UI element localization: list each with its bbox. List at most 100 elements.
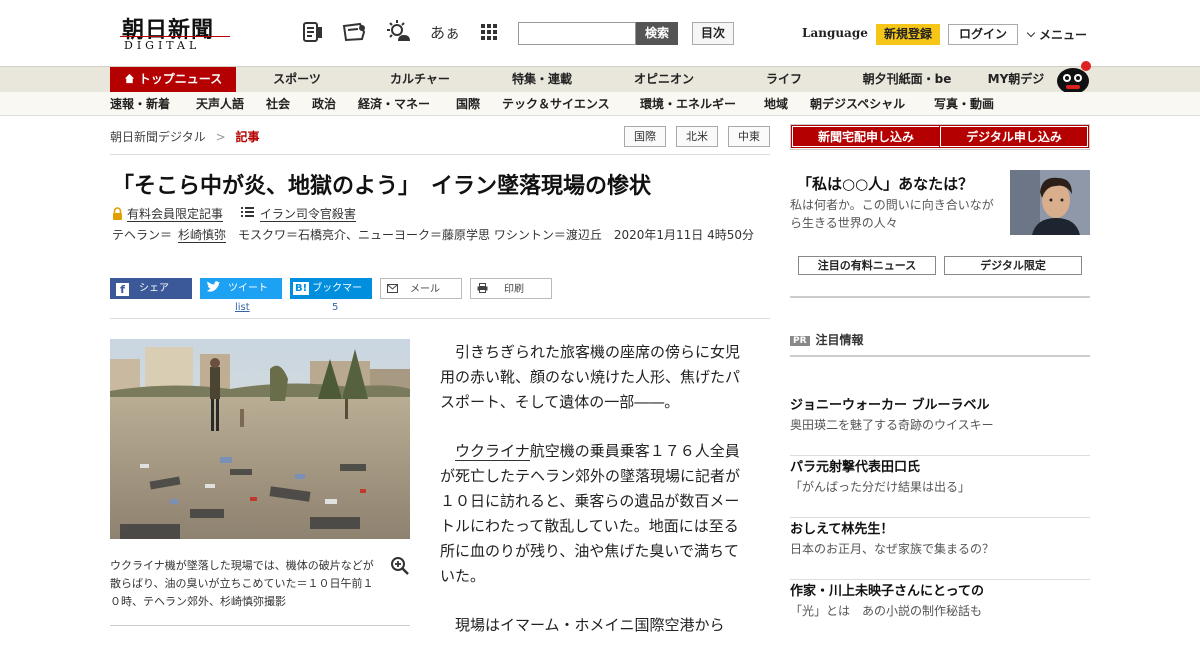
digital-subscribe-button[interactable]: デジタル申し込み: [939, 125, 1089, 148]
feature-thumbnail[interactable]: [1010, 170, 1090, 235]
tag-middle-east[interactable]: 中東: [728, 126, 770, 147]
subnav-tech[interactable]: テック＆サイエンス: [502, 92, 610, 116]
tag-international[interactable]: 国際: [624, 126, 666, 147]
mail-icon: [387, 280, 398, 301]
article-paragraph: 引きちぎられた旅客機の座席の傍らに女児用の赤い靴、顔のない焼けた人形、焦げたパス…: [440, 343, 741, 411]
breadcrumb: 朝日新聞デジタル > 記事: [110, 128, 260, 145]
hatena-bookmark-button[interactable]: B! ブックマーク: [290, 278, 372, 315]
byline-prefix: テヘラン＝: [112, 228, 173, 242]
subnav-tenseijingo[interactable]: 天声人語: [196, 92, 244, 116]
pr-header: PR 注目情報: [790, 331, 864, 348]
font-size-icon[interactable]: あぁ: [430, 19, 460, 45]
pr-item-subtitle: 奥田瑛二を魅了する奇跡のウイスキー: [790, 418, 994, 432]
feature-description[interactable]: 私は何者か。この問いに向き合いながら生きる世界の人々: [790, 196, 1004, 232]
tab-digital-only[interactable]: デジタル限定: [944, 256, 1082, 275]
news-icon[interactable]: [300, 19, 326, 45]
grid-icon[interactable]: [476, 19, 502, 45]
nav-item-sports[interactable]: スポーツ: [248, 67, 346, 92]
tab-featured-news[interactable]: 注目の有料ニュース: [798, 256, 936, 275]
newspaper-subscribe-button[interactable]: 新聞宅配申し込み: [791, 125, 941, 148]
subnav-breaking[interactable]: 速報・新着: [110, 92, 170, 116]
hatena-count[interactable]: 5: [332, 302, 338, 313]
twitter-icon: [206, 280, 220, 301]
breadcrumb-home[interactable]: 朝日新聞デジタル: [110, 130, 206, 144]
zoom-icon[interactable]: [390, 556, 410, 581]
truck-icon[interactable]: [342, 19, 368, 45]
menu-button[interactable]: メニュー: [1026, 26, 1087, 43]
article-photo[interactable]: [110, 339, 410, 539]
site-header: 朝日新聞 DIGITAL あぁ 検索 目次 Language 新規登録 ログイン…: [0, 0, 1200, 66]
mail-share-label: メール: [410, 284, 440, 295]
divider: [110, 318, 770, 319]
members-only-link[interactable]: 有料会員限定記事: [127, 207, 224, 222]
print-label: 印刷: [504, 284, 524, 295]
pr-item-title: おしえて林先生！: [790, 522, 894, 537]
subnav-regional[interactable]: 地域: [764, 92, 788, 116]
article-title: 「そこら中が炎、地獄のよう」 イラン墜落現場の惨状: [112, 174, 652, 199]
pr-item[interactable]: パラ元射撃代表田口氏 「がんばった分だけ結果は出る」: [790, 456, 1090, 518]
nav-item-my[interactable]: MY朝デジ: [980, 67, 1052, 92]
pr-item-title: 作家・川上未映子さんにとっての: [790, 584, 984, 599]
series-link[interactable]: イラン司令官殺害: [259, 207, 356, 222]
nav-item-opinion[interactable]: オピニオン: [612, 67, 716, 92]
nav-item-features[interactable]: 特集・連載: [490, 67, 594, 92]
nav-label: トップニュース: [138, 72, 223, 86]
subnav-politics[interactable]: 政治: [312, 92, 336, 116]
search-input[interactable]: [518, 22, 636, 45]
logo-subtitle[interactable]: DIGITAL: [124, 39, 200, 52]
secondary-nav: 速報・新着 天声人語 社会 政治 経済・マネー 国際 テック＆サイエンス 環境・…: [0, 92, 1200, 116]
pr-badge: PR: [790, 336, 810, 346]
pr-title: 注目情報: [815, 333, 864, 347]
mascot-icon[interactable]: [1054, 59, 1092, 94]
pr-item[interactable]: おしえて林先生！ 日本のお正月、なぜ家族で集まるの？: [790, 518, 1090, 580]
subnav-society[interactable]: 社会: [266, 92, 290, 116]
subnav-environment[interactable]: 環境・エネルギー: [640, 92, 736, 116]
pr-item-title: ジョニーウォーカー ブルーラベル: [790, 398, 990, 413]
facebook-share-button[interactable]: f シェア: [110, 278, 192, 299]
nav-item-top-news[interactable]: トップニュース: [110, 67, 236, 92]
hatena-icon: B!: [293, 282, 310, 295]
divider: [790, 296, 1090, 298]
ukraine-link[interactable]: ウクライナ: [455, 442, 530, 461]
article-paragraph: ウクライナ航空機の乗員乗客１７６人全員が死亡したテヘラン郊外の墜落現場に記者が１…: [440, 439, 746, 589]
breadcrumb-separator: >: [215, 130, 226, 144]
logo-rule: [120, 36, 230, 37]
toc-button[interactable]: 目次: [692, 22, 734, 45]
nav-item-paper[interactable]: 朝夕刊紙面・be: [852, 67, 962, 92]
divider: [790, 355, 1090, 357]
primary-nav: トップニュース スポーツ カルチャー 特集・連載 オピニオン ライフ 朝夕刊紙面…: [0, 61, 1200, 94]
nav-item-culture[interactable]: カルチャー: [368, 67, 472, 92]
login-button[interactable]: ログイン: [948, 24, 1018, 45]
article-body: 引きちぎられた旅客機の座席の傍らに女児用の赤い靴、顔のない焼けた人形、焦げたパス…: [440, 340, 746, 662]
search-button[interactable]: 検索: [636, 22, 678, 45]
list-icon: [240, 206, 254, 220]
pr-item[interactable]: 作家・川上未映子さんにとっての 「光」とは あの小説の制作秘話も: [790, 580, 1090, 642]
paragraph-text: 航空機の乗員乗客１７６人全員が死亡したテヘラン郊外の墜落現場に記者が１０日に訪れ…: [440, 442, 741, 585]
subnav-economy[interactable]: 経済・マネー: [358, 92, 430, 116]
twitter-count[interactable]: list: [235, 302, 250, 313]
twitter-share-button[interactable]: ツイート: [200, 278, 282, 299]
tag-north-america[interactable]: 北米: [676, 126, 718, 147]
language-link[interactable]: Language: [802, 26, 868, 40]
breadcrumb-current: 記事: [235, 130, 260, 144]
feature-title[interactable]: 「私は○○人」あなたは？: [797, 173, 973, 194]
print-button[interactable]: 印刷: [470, 278, 552, 299]
subnav-photo[interactable]: 写真・動画: [934, 92, 994, 116]
subnav-special[interactable]: 朝デジスペシャル: [810, 92, 905, 116]
byline: テヘラン＝ 杉崎慎弥 モスクワ＝石橋亮介、ニューヨーク＝藤原学思 ワシントン＝渡辺…: [112, 227, 772, 244]
weather-icon[interactable]: [386, 19, 412, 45]
register-button[interactable]: 新規登録: [876, 24, 940, 45]
facebook-icon: f: [116, 283, 129, 296]
pr-item-subtitle: 「がんばった分だけ結果は出る」: [790, 480, 971, 494]
pr-item[interactable]: ジョニーウォーカー ブルーラベル 奥田瑛二を魅了する奇跡のウイスキー: [790, 394, 1090, 456]
home-icon: [124, 67, 135, 92]
byline-rest: モスクワ＝石橋亮介、ニューヨーク＝藤原学思 ワシントン＝渡辺丘 2020年1月1…: [226, 228, 755, 242]
subnav-international[interactable]: 国際: [456, 92, 480, 116]
article-paragraph: 現場はイマーム・ホメイニ国際空港から: [455, 616, 725, 634]
mail-share-button[interactable]: メール: [380, 278, 462, 299]
divider: [110, 154, 770, 155]
byline-author-link[interactable]: 杉崎慎弥: [178, 228, 227, 243]
nav-item-life[interactable]: ライフ: [736, 67, 832, 92]
pr-item-title: パラ元射撃代表田口氏: [790, 460, 921, 475]
pr-item-subtitle: 日本のお正月、なぜ家族で集まるの？: [790, 542, 995, 556]
